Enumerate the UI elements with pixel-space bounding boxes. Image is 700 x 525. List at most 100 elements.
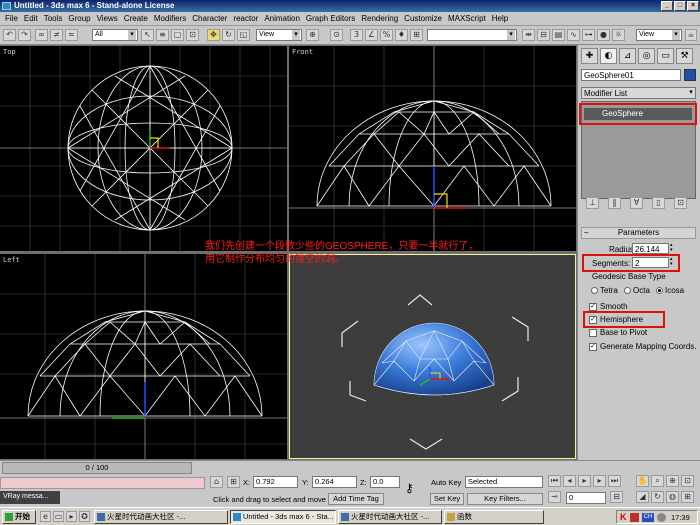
radius-spinner-icon[interactable]: ▴ ▾ bbox=[670, 243, 676, 254]
pivot-center-icon[interactable]: ⊕ bbox=[306, 29, 319, 41]
quick-launch-app-icon[interactable]: ✪ bbox=[79, 511, 90, 522]
task-3dsmax[interactable]: Untitled - 3ds max 6 - Sta... bbox=[230, 510, 336, 524]
link-icon[interactable]: ∞ bbox=[35, 29, 48, 41]
go-to-end-icon[interactable]: ⏭ bbox=[608, 475, 621, 487]
viewport-perspective[interactable] bbox=[289, 254, 576, 459]
modify-tab-icon[interactable]: ◐ bbox=[600, 48, 617, 64]
set-keys-key-icon[interactable]: ⚷ bbox=[405, 481, 414, 495]
quick-launch-ie-icon[interactable]: e bbox=[40, 511, 51, 522]
menu-animation[interactable]: Animation bbox=[261, 12, 303, 26]
menu-reactor[interactable]: reactor bbox=[230, 12, 261, 26]
configure-sets-icon[interactable]: ⊡ bbox=[674, 197, 687, 209]
motion-tab-icon[interactable]: ◎ bbox=[638, 48, 655, 64]
menu-tools[interactable]: Tools bbox=[41, 12, 66, 26]
remove-modifier-icon[interactable]: ▯ bbox=[652, 197, 665, 209]
y-coord-field[interactable]: 0.264 bbox=[312, 476, 357, 488]
parameters-rollout-header[interactable]: – Parameters bbox=[581, 227, 696, 239]
chevron-down-icon[interactable]: ▾ bbox=[686, 87, 696, 99]
close-button[interactable]: × bbox=[687, 1, 699, 11]
base-to-pivot-checkbox[interactable] bbox=[589, 329, 597, 337]
reference-coord-dropdown[interactable]: View bbox=[256, 29, 302, 41]
menu-rendering[interactable]: Rendering bbox=[358, 12, 401, 26]
radio-octa[interactable] bbox=[624, 287, 631, 294]
task-browser-1[interactable]: 火星时代动画大社区 -... bbox=[94, 510, 228, 524]
smooth-checkbox[interactable]: ✓ bbox=[589, 303, 597, 311]
mirror-icon[interactable]: ⇹ bbox=[522, 29, 535, 41]
zoom-all-icon[interactable]: ⊕ bbox=[666, 475, 679, 487]
pin-stack-icon[interactable]: ⊥ bbox=[586, 197, 599, 209]
auto-key-label[interactable]: Auto Key bbox=[431, 478, 461, 487]
time-config-icon[interactable]: ⊟ bbox=[610, 491, 623, 503]
named-selection-dropdown[interactable] bbox=[427, 29, 517, 41]
key-mode-dropdown[interactable]: Selected bbox=[465, 476, 543, 488]
object-name-field[interactable]: GeoSphere01 bbox=[581, 69, 681, 81]
zoom-icon[interactable]: ⌕ bbox=[651, 475, 664, 487]
curve-editor-icon[interactable]: ∿ bbox=[567, 29, 580, 41]
select-by-name-icon[interactable]: ≡ bbox=[156, 29, 169, 41]
lock-selection-icon[interactable]: ⌂ bbox=[210, 476, 223, 488]
current-frame-field[interactable]: 0 bbox=[566, 492, 606, 504]
render-type-dropdown[interactable]: View bbox=[636, 29, 682, 41]
play-icon[interactable]: ▸ bbox=[578, 475, 591, 487]
key-mode-toggle-icon[interactable]: ⊸ bbox=[548, 491, 561, 503]
spinner-snap-icon[interactable]: ♦ bbox=[395, 29, 408, 41]
menu-maxscript[interactable]: MAXScript bbox=[445, 12, 489, 26]
viewport-left[interactable]: Left bbox=[0, 254, 287, 459]
select-manipulate-icon[interactable]: ⊙ bbox=[330, 29, 343, 41]
next-frame-icon[interactable]: ▸ bbox=[593, 475, 606, 487]
menu-views[interactable]: Views bbox=[94, 12, 121, 26]
select-object-icon[interactable]: ↖ bbox=[141, 29, 154, 41]
menu-customize[interactable]: Customize bbox=[401, 12, 445, 26]
menu-group[interactable]: Group bbox=[65, 12, 93, 26]
minimize-button[interactable]: _ bbox=[661, 1, 673, 11]
render-scene-icon[interactable]: ☼ bbox=[612, 29, 625, 41]
hierarchy-tab-icon[interactable]: ⊿ bbox=[619, 48, 636, 64]
maxscript-listener[interactable] bbox=[0, 477, 205, 489]
arc-rotate-icon[interactable]: ◍ bbox=[666, 491, 679, 503]
field-of-view-icon[interactable]: ◢ bbox=[636, 491, 649, 503]
task-browser-2[interactable]: 火星时代动画大社区 -... bbox=[338, 510, 442, 524]
redo-icon[interactable]: ↷ bbox=[18, 29, 31, 41]
selection-filter-dropdown[interactable]: All bbox=[92, 29, 138, 41]
menu-character[interactable]: Character bbox=[189, 12, 230, 26]
show-end-result-icon[interactable]: ‖ bbox=[608, 197, 621, 209]
menu-create[interactable]: Create bbox=[121, 12, 151, 26]
key-filters-button[interactable]: Key Filters... bbox=[467, 493, 543, 505]
material-editor-icon[interactable]: ● bbox=[597, 29, 610, 41]
viewport-front[interactable]: Front bbox=[289, 46, 576, 251]
viewport-top[interactable]: Top bbox=[0, 46, 287, 251]
create-tab-icon[interactable]: ✚ bbox=[581, 48, 598, 64]
object-color-swatch[interactable] bbox=[684, 69, 696, 81]
align-icon[interactable]: ⊟ bbox=[537, 29, 550, 41]
named-selection-icon[interactable]: ⊞ bbox=[410, 29, 423, 41]
vray-messages[interactable]: VRay messa... bbox=[0, 491, 60, 504]
radius-input[interactable]: 26.144 bbox=[632, 243, 669, 254]
angle-snap-icon[interactable]: ∠ bbox=[365, 29, 378, 41]
scale-icon[interactable]: ◱ bbox=[237, 29, 250, 41]
input-method-icon[interactable]: K bbox=[620, 512, 627, 522]
menu-file[interactable]: File bbox=[2, 12, 21, 26]
quick-launch-desktop-icon[interactable]: ▭ bbox=[53, 511, 64, 522]
antivirus-icon[interactable] bbox=[630, 513, 639, 522]
display-tab-icon[interactable]: ▭ bbox=[657, 48, 674, 64]
snap-toggle-icon[interactable]: 3 bbox=[350, 29, 363, 41]
window-crossing-icon[interactable]: ⊡ bbox=[186, 29, 199, 41]
layer-manager-icon[interactable]: ▤ bbox=[552, 29, 565, 41]
bind-space-warp-icon[interactable]: ≈ bbox=[65, 29, 78, 41]
x-coord-field[interactable]: 0.792 bbox=[253, 476, 298, 488]
menu-graph-editors[interactable]: Graph Editors bbox=[303, 12, 358, 26]
percent-snap-icon[interactable]: % bbox=[380, 29, 393, 41]
rotate-icon[interactable]: ↻ bbox=[222, 29, 235, 41]
quick-render-icon[interactable]: ☕ bbox=[685, 29, 697, 41]
zoom-extents-icon[interactable]: ⊡ bbox=[681, 475, 694, 487]
schematic-view-icon[interactable]: ⊶ bbox=[582, 29, 595, 41]
menu-modifiers[interactable]: Modifiers bbox=[151, 12, 189, 26]
maximize-viewport-icon[interactable]: ⊞ bbox=[681, 491, 694, 503]
radio-tetra[interactable] bbox=[591, 287, 598, 294]
orbit-icon[interactable]: ↻ bbox=[651, 491, 664, 503]
radio-icosa[interactable] bbox=[656, 287, 663, 294]
utilities-tab-icon[interactable]: ⚒ bbox=[676, 48, 693, 64]
previous-frame-icon[interactable]: ◂ bbox=[563, 475, 576, 487]
menu-help[interactable]: Help bbox=[489, 12, 511, 26]
start-button[interactable]: 开始 bbox=[2, 510, 36, 524]
